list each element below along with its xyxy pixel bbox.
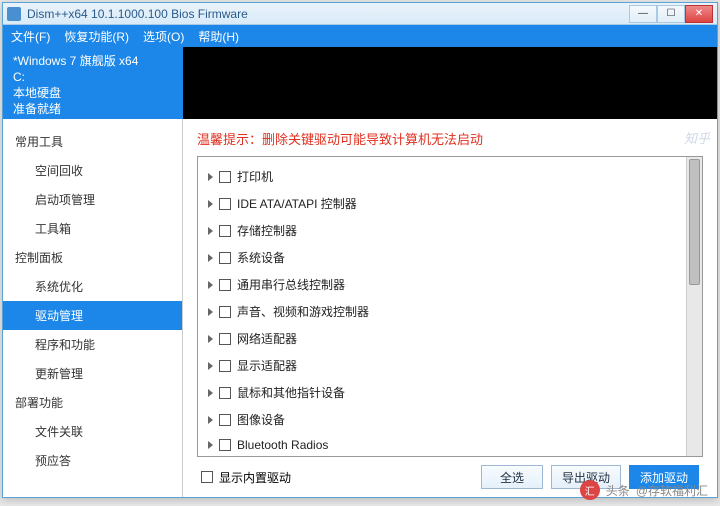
checkbox[interactable] [219,306,231,318]
checkbox[interactable] [219,279,231,291]
expand-icon[interactable] [208,227,213,235]
expand-icon[interactable] [208,389,213,397]
item-label: 通用串行总线控制器 [237,276,345,293]
bottom-toolbar: 显示内置驱动 全选 导出驱动 添加驱动 [197,457,703,489]
list-item[interactable]: 通用串行总线控制器 [202,271,682,298]
item-label: 鼠标和其他指针设备 [237,384,345,401]
close-button[interactable]: ✕ [685,5,713,23]
checkbox[interactable] [219,252,231,264]
expand-icon[interactable] [208,173,213,181]
list-item[interactable]: Bluetooth Radios [202,433,682,456]
checkbox[interactable] [219,198,231,210]
warning-text: 温馨提示：删除关键驱动可能导致计算机无法启动 [197,129,703,148]
titlebar[interactable]: Dism++x64 10.1.1000.100 Bios Firmware — … [3,3,717,25]
driver-list-container: 打印机 IDE ATA/ATAPI 控制器 存储控制器 系统设备 通用串行总线控… [197,156,703,457]
export-driver-button[interactable]: 导出驱动 [551,465,621,489]
menu-help[interactable]: 帮助(H) [198,28,239,45]
item-label: 打印机 [237,168,273,185]
window-controls: — ☐ ✕ [629,5,713,23]
expand-icon[interactable] [208,362,213,370]
checkbox[interactable] [219,387,231,399]
list-item[interactable]: 鼠标和其他指针设备 [202,379,682,406]
sidebar-item-optimize[interactable]: 系统优化 [3,272,182,301]
scrollbar-thumb[interactable] [689,159,700,285]
sidebar-item-programs[interactable]: 程序和功能 [3,330,182,359]
list-item[interactable]: 存储控制器 [202,217,682,244]
system-info-panel[interactable]: *Windows 7 旗舰版 x64 C: 本地硬盘 准备就绪 [3,47,183,119]
item-label: 图像设备 [237,411,285,428]
expand-icon[interactable] [208,335,213,343]
checkbox[interactable] [201,471,213,483]
checkbox[interactable] [219,414,231,426]
main-panel: 温馨提示：删除关键驱动可能导致计算机无法启动 打印机 IDE ATA/ATAPI… [183,119,717,497]
select-all-button[interactable]: 全选 [481,465,543,489]
list-item[interactable]: 声音、视频和游戏控制器 [202,298,682,325]
list-item[interactable]: IDE ATA/ATAPI 控制器 [202,190,682,217]
checkbox[interactable] [219,439,231,451]
expand-icon[interactable] [208,416,213,424]
sidebar-group-deploy: 部署功能 [3,388,182,417]
sidebar-item-toolbox[interactable]: 工具箱 [3,214,182,243]
list-item[interactable]: 显示适配器 [202,352,682,379]
item-label: 系统设备 [237,249,285,266]
sidebar-item-updates[interactable]: 更新管理 [3,359,182,388]
status-text: 准备就绪 [13,101,173,117]
window-title: Dism++x64 10.1.1000.100 Bios Firmware [27,7,629,21]
sidebar: 常用工具 空间回收 启动项管理 工具箱 控制面板 系统优化 驱动管理 程序和功能… [3,119,183,497]
add-driver-button[interactable]: 添加驱动 [629,465,699,489]
disk-type: 本地硬盘 [13,85,173,101]
menu-recover[interactable]: 恢复功能(R) [64,28,129,45]
drive-letter: C: [13,69,173,85]
expand-icon[interactable] [208,254,213,262]
item-label: 声音、视频和游戏控制器 [237,303,369,320]
app-window: Dism++x64 10.1.1000.100 Bios Firmware — … [2,2,718,498]
expand-icon[interactable] [208,200,213,208]
expand-icon[interactable] [208,308,213,316]
show-builtin-option[interactable]: 显示内置驱动 [201,469,291,486]
menubar: 文件(F) 恢复功能(R) 选项(O) 帮助(H) [3,25,717,47]
sidebar-item-space[interactable]: 空间回收 [3,156,182,185]
sidebar-group-control: 控制面板 [3,243,182,272]
expand-icon[interactable] [208,281,213,289]
show-builtin-label: 显示内置驱动 [219,469,291,486]
checkbox[interactable] [219,171,231,183]
sidebar-item-startup[interactable]: 启动项管理 [3,185,182,214]
item-label: 网络适配器 [237,330,297,347]
list-item[interactable]: 打印机 [202,163,682,190]
menu-options[interactable]: 选项(O) [143,28,184,45]
sidebar-item-drivers[interactable]: 驱动管理 [3,301,182,330]
expand-icon[interactable] [208,441,213,449]
scrollbar[interactable] [686,157,702,456]
body: 常用工具 空间回收 启动项管理 工具箱 控制面板 系统优化 驱动管理 程序和功能… [3,119,717,497]
checkbox[interactable] [219,333,231,345]
list-item[interactable]: 图像设备 [202,406,682,433]
system-info-block: *Windows 7 旗舰版 x64 C: 本地硬盘 准备就绪 [3,47,717,119]
checkbox[interactable] [219,225,231,237]
sidebar-group-common: 常用工具 [3,127,182,156]
item-label: Bluetooth Radios [237,438,328,452]
app-icon [7,7,21,21]
list-item[interactable]: 系统设备 [202,244,682,271]
checkbox[interactable] [219,360,231,372]
item-label: 存储控制器 [237,222,297,239]
driver-list[interactable]: 打印机 IDE ATA/ATAPI 控制器 存储控制器 系统设备 通用串行总线控… [198,157,686,456]
maximize-button[interactable]: ☐ [657,5,685,23]
menu-file[interactable]: 文件(F) [11,28,50,45]
info-blank [183,47,717,119]
list-item[interactable]: 网络适配器 [202,325,682,352]
os-name: *Windows 7 旗舰版 x64 [13,53,173,69]
item-label: IDE ATA/ATAPI 控制器 [237,195,357,212]
minimize-button[interactable]: — [629,5,657,23]
sidebar-item-unattend[interactable]: 预应答 [3,446,182,475]
sidebar-item-fileassoc[interactable]: 文件关联 [3,417,182,446]
item-label: 显示适配器 [237,357,297,374]
